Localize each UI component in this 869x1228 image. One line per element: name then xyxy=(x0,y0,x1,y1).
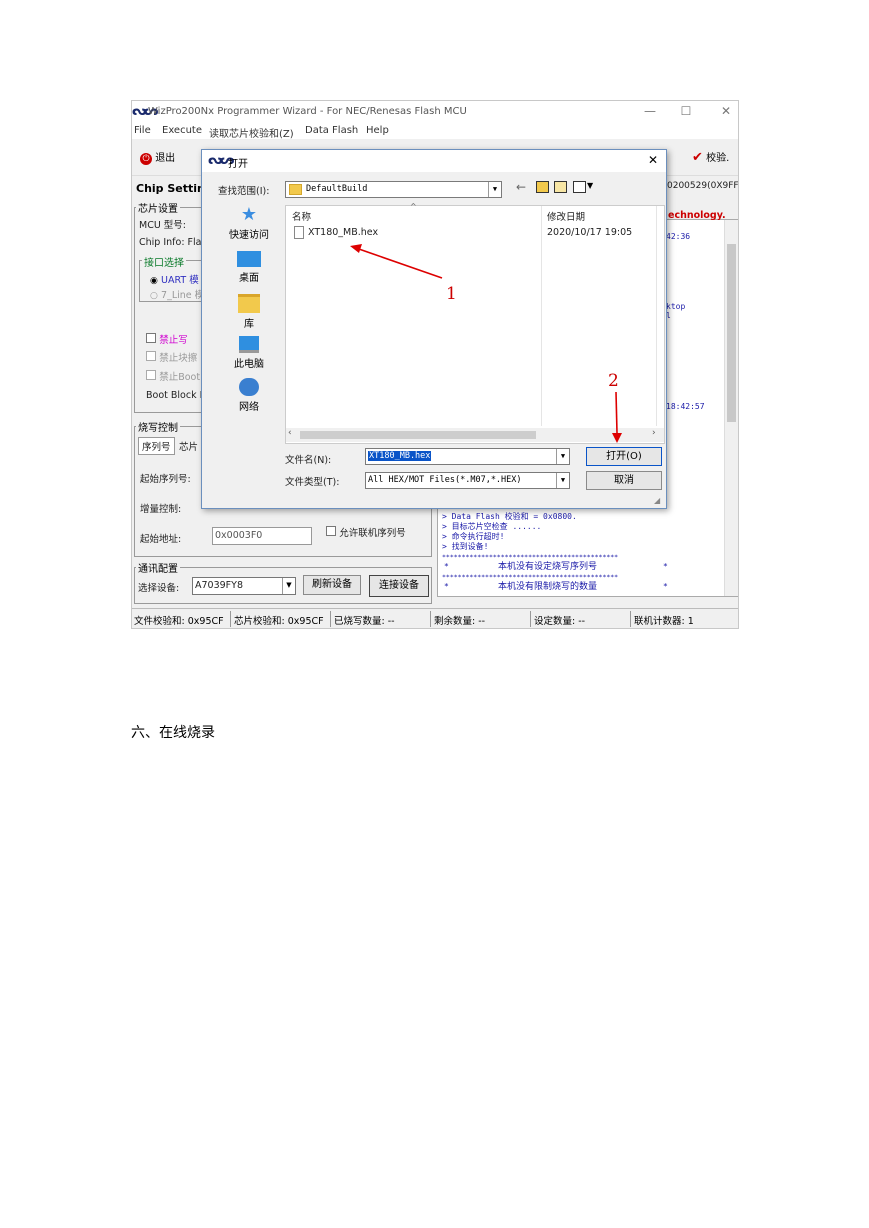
section-heading: 六、在线烧录 xyxy=(131,725,215,741)
annotation-arrow-1 xyxy=(355,247,443,279)
arrowhead-2 xyxy=(612,433,622,443)
annotation-number-1: 1 xyxy=(446,284,457,304)
annotation-arrows xyxy=(350,244,622,443)
annotation-number-2: 2 xyxy=(608,371,619,391)
arrowhead-1 xyxy=(350,244,362,253)
annotation-arrow-2 xyxy=(615,391,618,434)
